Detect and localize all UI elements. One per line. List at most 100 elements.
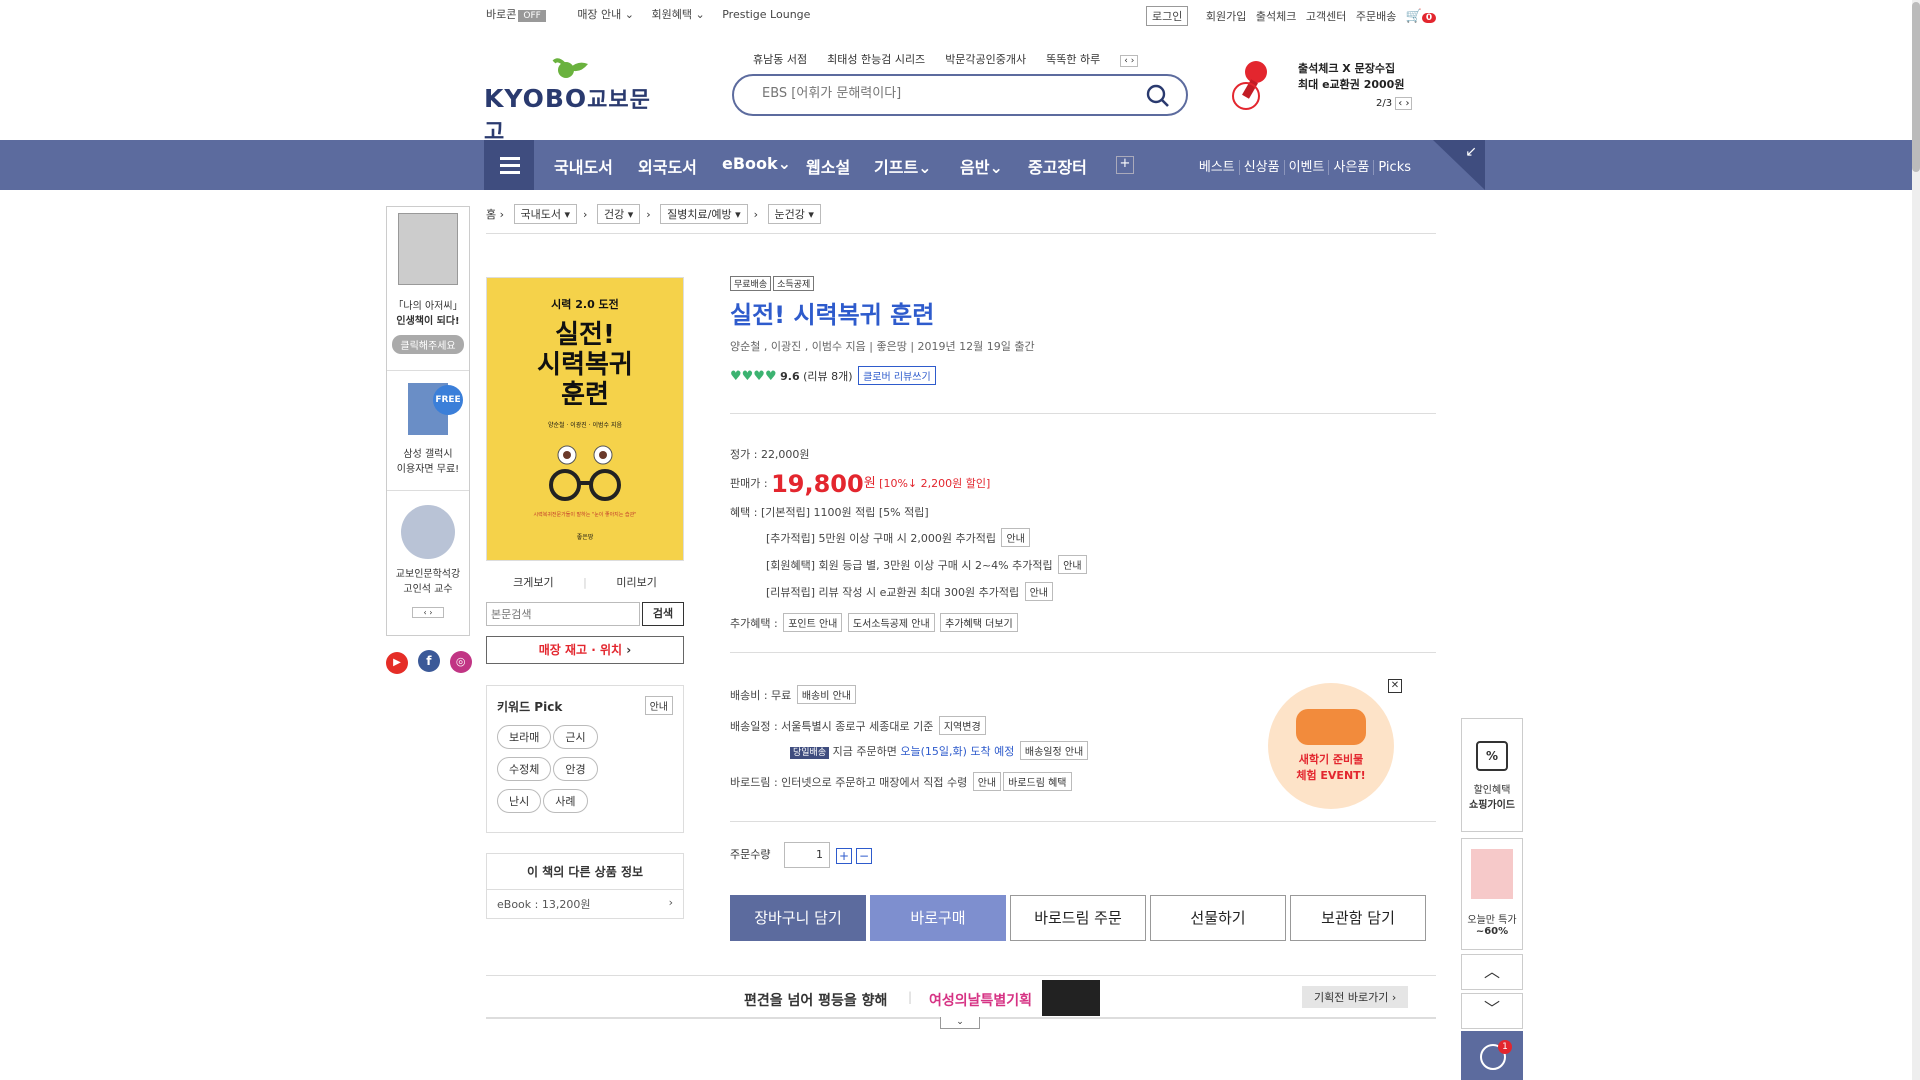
pager-arrows[interactable]: ‹ ›	[1395, 97, 1413, 110]
nav-music[interactable]: 음반⌄	[960, 154, 1003, 178]
promo-pager: 2/3 ‹ ›	[1376, 97, 1413, 110]
recent-view-button[interactable]: 1	[1461, 1031, 1523, 1080]
content-search-button[interactable]: 검색	[642, 602, 684, 626]
review-count[interactable]: (리뷰 8개)	[803, 370, 852, 383]
scrollbar-thumb[interactable]	[1912, 2, 1920, 172]
keyword-pill[interactable]: 수정체	[497, 757, 552, 781]
scrollbar[interactable]	[1912, 0, 1920, 1080]
breadcrumb-cat2[interactable]: 건강 ▾	[596, 204, 641, 224]
shipping-fee-button[interactable]: 배송비 안내	[796, 685, 856, 704]
nav-webnovel[interactable]: 웹소설	[806, 154, 850, 178]
book-cover[interactable]: 시력 2.0 도전 실전! 시력복귀 훈련 양순철 · 이광진 · 이범수 지음 시…	[486, 277, 684, 561]
zoom-link[interactable]: 크게보기	[513, 576, 553, 589]
deduction-info-button[interactable]: 도서소득공제 안내	[847, 613, 935, 632]
breadcrumb-cat1[interactable]: 국내도서 ▾	[513, 204, 578, 224]
member-menu[interactable]: 회원혜택 ⌄	[652, 6, 705, 22]
collapse-corner[interactable]	[1433, 140, 1485, 190]
order-link[interactable]: 주문배송	[1356, 8, 1396, 24]
cs-link[interactable]: 고객센터	[1306, 8, 1346, 24]
keyword-pill[interactable]: 근시	[553, 725, 598, 749]
banner-pager[interactable]: ‹ ›	[412, 607, 444, 618]
point-info-button[interactable]: 포인트 안내	[783, 613, 843, 632]
nav-foreign[interactable]: 외국도서	[638, 154, 697, 178]
nav-gift[interactable]: 기프트⌄	[874, 154, 932, 178]
today-deal-button[interactable]: 오늘만 특가 ~60%	[1461, 838, 1523, 950]
keyword-pill[interactable]: 안경	[553, 757, 598, 781]
nav-picks[interactable]: Picks	[1374, 160, 1415, 175]
buy-now-button[interactable]: 바로구매	[870, 895, 1006, 941]
nav-ebook[interactable]: eBook⌄	[722, 154, 791, 173]
nav-used[interactable]: 중고장터	[1028, 154, 1087, 178]
keyword-pill[interactable]: 보라매	[497, 725, 552, 749]
scroll-down-button[interactable]: ﹀	[1461, 993, 1523, 1029]
attend-link[interactable]: 출석체크	[1256, 8, 1296, 24]
barodrim-benefit-button[interactable]: 바로드림 혜택	[1003, 772, 1072, 791]
ebook-link[interactable]: eBook : 13,200원 ›	[487, 890, 683, 918]
shipping-section: 배송비 : 무료 배송비 안내 배송일정 : 서울특별시 종로구 세종대로 기준…	[730, 679, 1436, 809]
info-button[interactable]: 안내	[1024, 582, 1054, 601]
more-benefit-button[interactable]: 추가혜택 더보기	[940, 613, 1018, 632]
nav-best[interactable]: 베스트	[1194, 160, 1240, 175]
breadcrumb-cat4[interactable]: 눈건강 ▾	[767, 204, 821, 224]
baroquan-toggle[interactable]: 바로콘 OFF	[486, 6, 560, 22]
banner-lecture[interactable]: 교보인문학석강 고인석 교수 ‹ ›	[387, 491, 469, 618]
hot-keyword[interactable]: 똑똑한 하루	[1046, 53, 1100, 66]
login-button[interactable]: 로그인	[1146, 6, 1189, 26]
kyobo-logo[interactable]: KYOBO교보문고	[484, 56, 664, 145]
schedule-info-button[interactable]: 배송일정 안내	[1019, 741, 1089, 760]
exhibition-link-button[interactable]: 기획전 바로가기 ›	[1302, 986, 1409, 1008]
add-to-cart-button[interactable]: 장바구니 담기	[730, 895, 866, 941]
info-button[interactable]: 안내	[1001, 528, 1030, 547]
facebook-icon[interactable]: f	[417, 650, 440, 672]
event-banner[interactable]: 새학기 준비물 체험 EVENT!	[1268, 683, 1394, 809]
keyword-pill[interactable]: 사례	[543, 789, 588, 813]
hot-keyword-pager[interactable]: ‹ ›	[1120, 55, 1139, 67]
search-input[interactable]	[762, 86, 1142, 101]
quantity-plus-button[interactable]: +	[836, 848, 852, 864]
info-button[interactable]: 안내	[1058, 555, 1087, 574]
product-meta: 양순철 , 이광진 , 이범수 지음 | 좋은땅 | 2019년 12월 19일…	[730, 340, 1035, 353]
wishlist-button[interactable]: 보관함 담기	[1290, 895, 1426, 941]
menu-icon[interactable]	[484, 140, 534, 190]
nav-freebie[interactable]: 사은품	[1329, 160, 1375, 175]
store-menu[interactable]: 매장 안내 ⌄	[577, 6, 634, 22]
content-search-input[interactable]	[486, 602, 640, 626]
hot-keyword[interactable]: 박문각공인중개사	[945, 53, 1026, 66]
info-button[interactable]: 안내	[972, 772, 1002, 791]
preview-link[interactable]: 미리보기	[616, 576, 656, 589]
plus-icon[interactable]: +	[1116, 156, 1134, 174]
region-change-button[interactable]: 지역변경	[938, 716, 986, 735]
breadcrumb-cat3[interactable]: 질병치료/예방 ▾	[660, 204, 748, 224]
keyword-pill[interactable]: 난시	[497, 789, 542, 813]
write-review-button[interactable]: 클로버 리뷰쓰기	[858, 366, 936, 385]
scroll-up-button[interactable]: ︿	[1461, 954, 1523, 990]
search-icon[interactable]	[1146, 84, 1170, 108]
banner-click-button[interactable]: 클릭해주세요	[392, 335, 464, 354]
join-link[interactable]: 회원가입	[1206, 8, 1246, 24]
quantity-input[interactable]: 1	[784, 842, 830, 868]
barodrim-order-button[interactable]: 바로드림 주문	[1010, 895, 1146, 941]
instagram-icon[interactable]: ◎	[449, 651, 472, 673]
hot-keyword[interactable]: 최태성 한능검 시리즈	[827, 53, 925, 66]
prestige-link[interactable]: Prestige Lounge	[722, 8, 810, 21]
header-promo[interactable]: 출석체크 X 문장수집 최대 e교환권 2000원 2/3 ‹ ›	[1226, 56, 1436, 116]
pushpin-icon	[1232, 61, 1267, 110]
close-icon[interactable]: ✕	[1388, 679, 1402, 693]
banner-galaxy[interactable]: FREE 삼성 갤럭시 이용자면 무료!	[387, 371, 469, 491]
sale-price: 19,800	[771, 470, 864, 498]
nav-new[interactable]: 신상품	[1239, 160, 1285, 175]
cart-button[interactable]: 🛒 0	[1406, 9, 1436, 24]
bottom-promo-banner[interactable]: 편견을 넘어 평등을 향해 | 여성의날특별기획 기획전 바로가기 ›	[486, 975, 1436, 1019]
gift-button[interactable]: 선물하기	[1150, 895, 1286, 941]
shopping-guide-button[interactable]: % 할인혜택 쇼핑가이드	[1461, 718, 1523, 832]
banner-expand-toggle[interactable]: ⌄	[940, 1017, 980, 1029]
banner-book-promo[interactable]: 「나의 아저씨」 인생책이 되다! 클릭해주세요	[387, 207, 469, 371]
hot-keyword[interactable]: 휴남동 서점	[753, 53, 807, 66]
nav-domestic[interactable]: 국내도서	[554, 154, 613, 178]
quantity-minus-button[interactable]: −	[856, 848, 872, 864]
breadcrumb-home[interactable]: 홈	[486, 208, 496, 221]
keyword-info-button[interactable]: 안내	[644, 696, 673, 715]
store-stock-button[interactable]: 매장 재고 · 위치 ›	[486, 636, 684, 664]
youtube-icon[interactable]: ▶	[386, 652, 408, 674]
nav-event[interactable]: 이벤트	[1284, 160, 1330, 175]
